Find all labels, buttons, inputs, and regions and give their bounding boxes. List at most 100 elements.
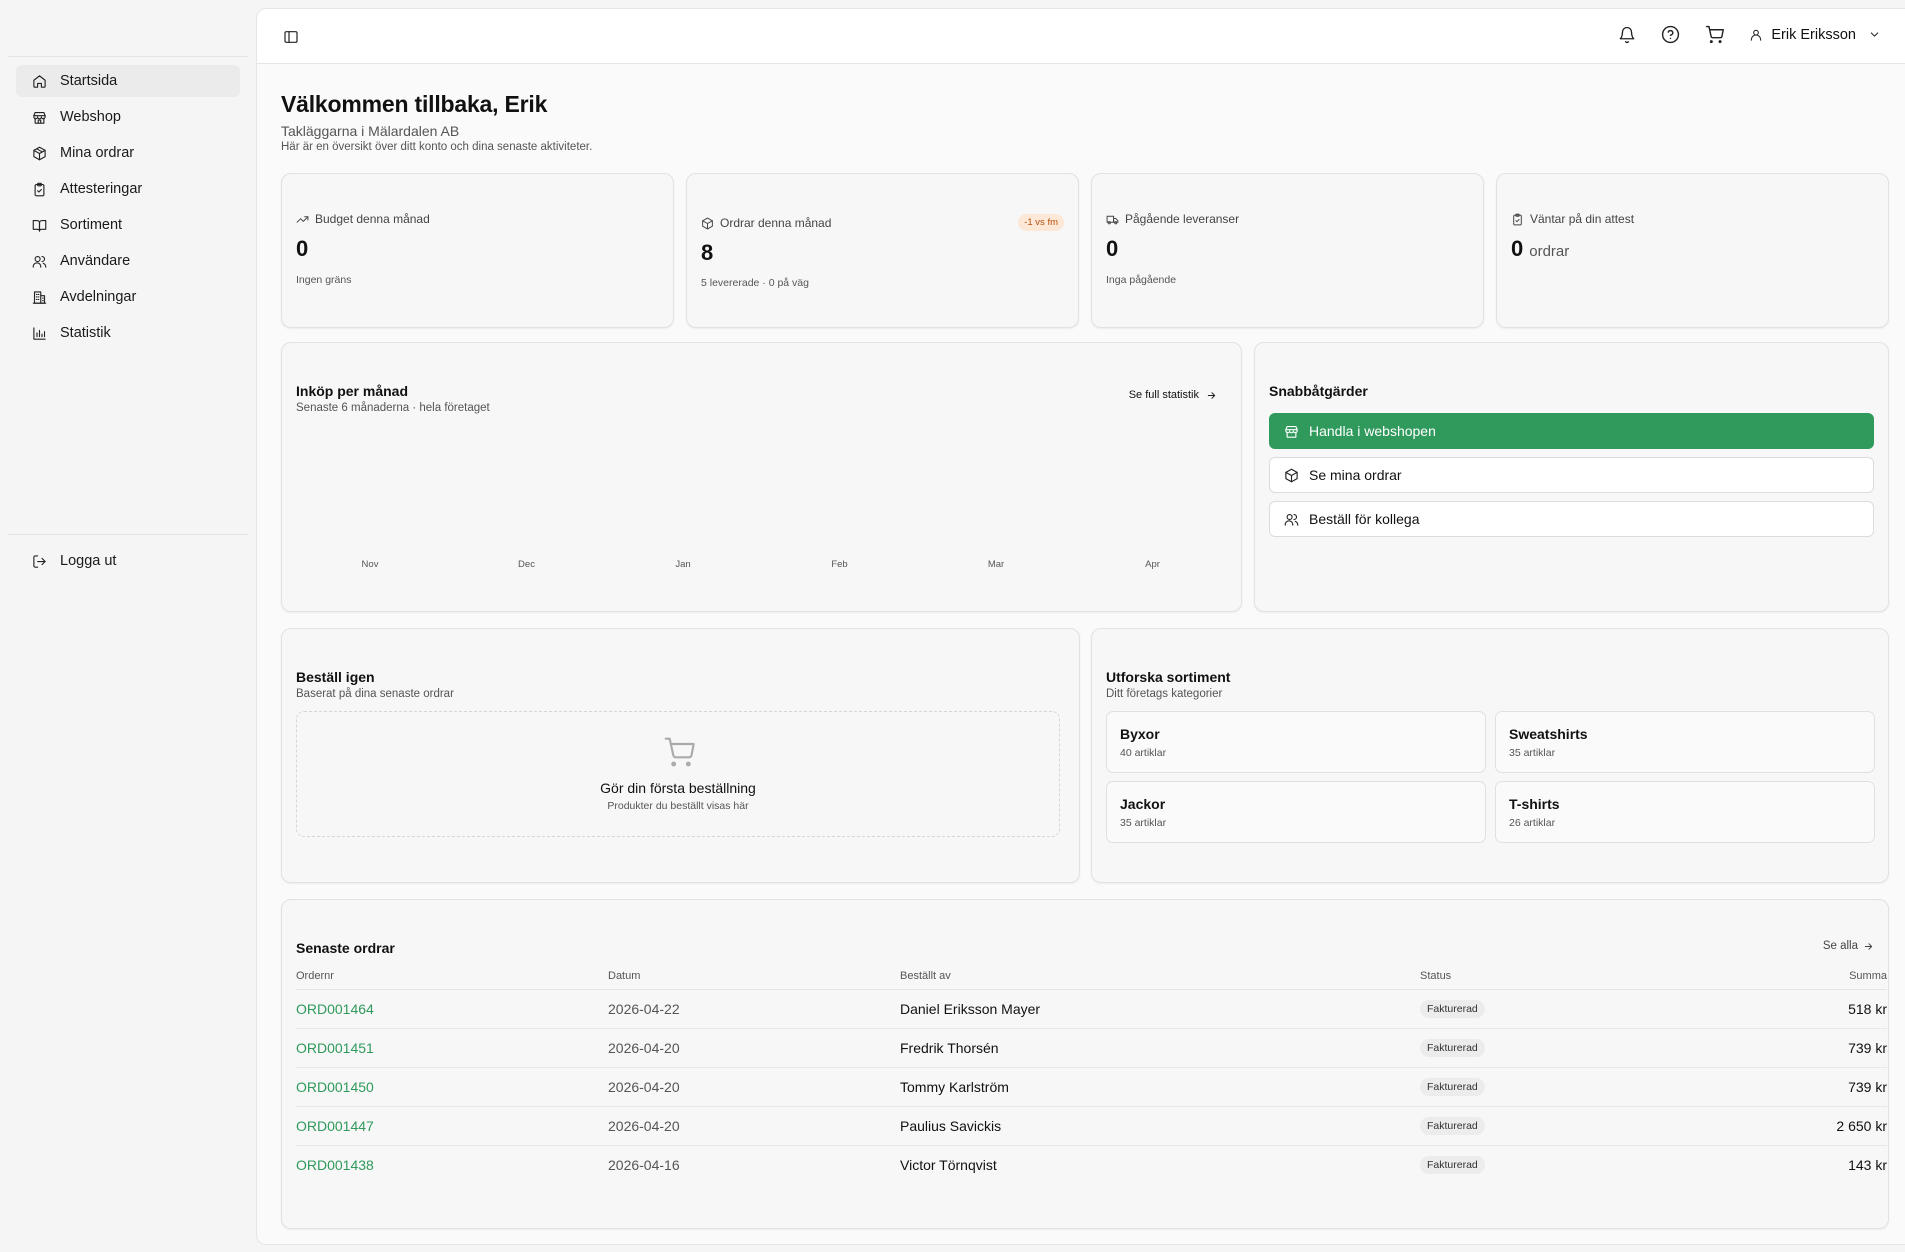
stat-card-deliveries: Pågående leveranser 0 Inga pågående [1091,173,1484,328]
status-badge: Fakturerad [1420,1078,1485,1096]
ordered-by: Daniel Eriksson Mayer [900,989,1420,1029]
chart-x-tick-label: Feb [831,559,848,570]
see-all-link[interactable]: Se alla [1823,940,1874,952]
arrow-right-icon [1864,942,1873,950]
bar-chart-icon [33,326,46,340]
category-count: 35 artiklar [1509,747,1556,759]
order-number-link[interactable]: ORD001447 [296,1106,608,1146]
sidebar-item-label: Sortiment [60,217,123,233]
user-menu[interactable]: Erik Eriksson [1749,27,1881,43]
column-header: Summa [1720,964,1887,990]
card-title: Snabbåtgärder [1269,383,1368,399]
status-cell: Fakturerad [1420,989,1720,1029]
order-number-link[interactable]: ORD001464 [296,989,608,1029]
order-number-link[interactable]: ORD001450 [296,1067,608,1107]
sidebar-item-statistik[interactable]: Statistik [16,317,240,349]
chart-x-tick-label: Mar [987,559,1005,570]
status-badge: Fakturerad [1420,1156,1485,1175]
stat-label-text: Budget denna månad [315,212,430,226]
sidebar-item-startsida[interactable]: Startsida [16,65,240,97]
status-badge: Fakturerad [1420,1000,1485,1018]
ordered-by: Tommy Karlström [900,1067,1420,1107]
chart-x-tick-label: Nov [361,559,379,570]
home-icon [33,74,46,88]
book-open-icon [32,219,47,232]
topbar: Erik Eriksson [257,9,1905,64]
stat-subtext: Ingen gräns [296,274,352,286]
category-count: 26 artiklar [1509,817,1556,829]
help-icon[interactable] [1661,25,1680,44]
stat-label: Budget denna månad [296,212,430,226]
table-row[interactable]: ORD001447 2026-04-20 Paulius Savickis Fa… [296,1106,1887,1146]
column-header: Datum [608,964,900,990]
sidebar-item-anvandare[interactable]: Användare [16,245,240,277]
button-label: Handla i webshopen [1309,423,1436,439]
sidebar-footer: Logga ut [8,534,248,581]
user-name: Erik Eriksson [1771,26,1856,43]
main-panel: Erik Eriksson Välkommen tillbaka, Erik T… [256,8,1905,1245]
sidebar-item-webshop[interactable]: Webshop [16,101,240,133]
category-tile[interactable]: T-shirts 26 artiklar [1495,781,1875,843]
ordered-by: Fredrik Thorsén [900,1028,1420,1068]
order-sum: 518 kr [1720,989,1887,1029]
table-row[interactable]: ORD001438 2026-04-16 Victor Törnqvist Fa… [296,1145,1887,1184]
package-icon [702,217,713,229]
stat-value: 0 [1106,236,1119,261]
empty-state: Gör din första beställning Produkter du … [296,711,1060,837]
order-number-link[interactable]: ORD001438 [296,1145,608,1184]
table-row[interactable]: ORD001450 2026-04-20 Tommy Karlström Fak… [296,1067,1887,1107]
purchases-chart-card: Inköp per månad Senaste 6 månaderna · he… [281,342,1242,612]
see-full-statistics-link[interactable]: Se full statistik [1129,389,1217,401]
order-date: 2026-04-20 [608,1106,900,1146]
ordered-by: Victor Törnqvist [900,1156,997,1173]
table-row[interactable]: ORD001464 2026-04-22 Daniel Eriksson May… [296,989,1887,1029]
card-title: Senaste ordrar [296,940,395,956]
order-date: 2026-04-22 [608,989,900,1029]
sidebar-item-mina-ordrar[interactable]: Mina ordrar [16,137,240,169]
button-label: Se mina ordrar [1309,467,1402,483]
column-header: Beställt av [900,964,1420,990]
stat-card-approvals: Väntar på din attest 0 ordrar [1496,173,1889,328]
sidebar-toggle-icon[interactable] [283,29,299,45]
cart-icon [664,737,695,767]
building-icon [32,290,47,304]
see-my-orders-button[interactable]: Se mina ordrar [1269,457,1874,493]
table-row[interactable]: ORD001451 2026-04-20 Fredrik Thorsén Fak… [296,1028,1887,1068]
order-number-link[interactable]: ORD001451 [296,1028,608,1068]
sidebar: Startsida Webshop Mina ordrar Attesterin… [0,0,254,1252]
logout-button[interactable]: Logga ut [16,545,240,577]
order-sum: 2 650 kr [1720,1106,1887,1146]
category-tile[interactable]: Jackor 35 artiklar [1106,781,1486,843]
truck-icon [1106,215,1119,224]
category-name: Sweatshirts [1509,726,1588,742]
cart-icon[interactable] [1705,25,1725,44]
sidebar-item-avdelningar[interactable]: Avdelningar [16,281,240,313]
stat-subtext: 5 levererade · 0 på väg [701,277,809,289]
ordered-by: Paulius Savickis [900,1106,1420,1146]
card-subtitle: Senaste 6 månaderna · hela företaget [296,402,490,414]
logout-label: Logga ut [60,553,117,569]
link-label: Se alla [1822,940,1858,952]
clipboard-check-icon [1513,213,1522,225]
sidebar-item-label: Mina ordrar [60,145,135,161]
sidebar-item-label: Användare [60,253,131,269]
category-tile[interactable]: Byxor 40 artiklar [1106,711,1486,773]
stat-value-unit: ordrar [1529,243,1570,260]
button-label: Beställ för kollega [1309,511,1420,527]
sidebar-nav: Startsida Webshop Mina ordrar Attesterin… [8,56,248,353]
bell-icon[interactable] [1618,26,1636,44]
shop-webshop-button[interactable]: Handla i webshopen [1269,413,1874,449]
page-title: Välkommen tillbaka, Erik [281,91,548,117]
order-sum: 739 kr [1720,1028,1887,1068]
sidebar-item-attesteringar[interactable]: Attesteringar [16,173,240,205]
orders-table: Ordernr Datum Beställt av Status Summa O… [296,964,1887,1184]
stat-label-text: Pågående leveranser [1125,212,1240,226]
clipboard-check-icon [34,182,45,196]
sidebar-item-sortiment[interactable]: Sortiment [16,209,240,241]
page-description: Här är en översikt över ditt konto och d… [281,141,593,153]
column-header: Ordernr [296,964,608,990]
chart-x-tick-label: Dec [518,559,535,570]
card-subtitle: Ditt företags kategorier [1106,688,1223,700]
category-tile[interactable]: Sweatshirts 35 artiklar [1495,711,1875,773]
order-for-colleague-button[interactable]: Beställ för kollega [1269,501,1874,537]
